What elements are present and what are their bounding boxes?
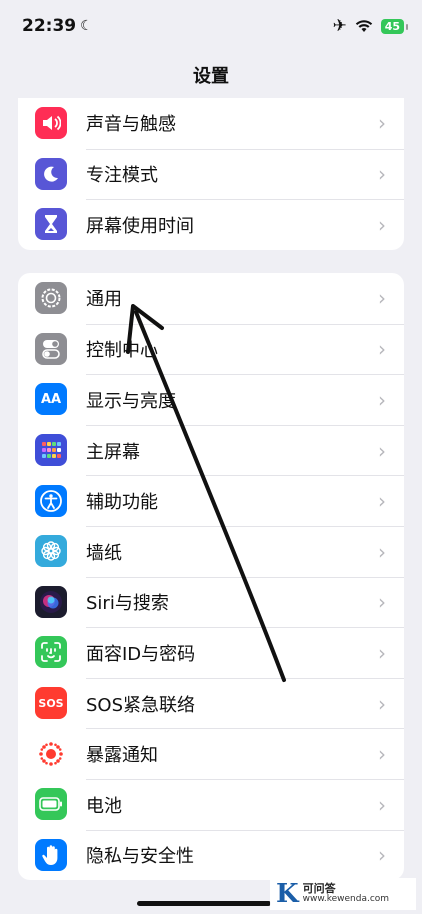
watermark-url: www.kewenda.com (302, 894, 390, 905)
annotation-arrow (126, 304, 286, 682)
home-indicator (137, 901, 271, 906)
watermark: K 可问答 www.kewenda.com (270, 878, 416, 910)
watermark-logo: K (276, 879, 299, 909)
